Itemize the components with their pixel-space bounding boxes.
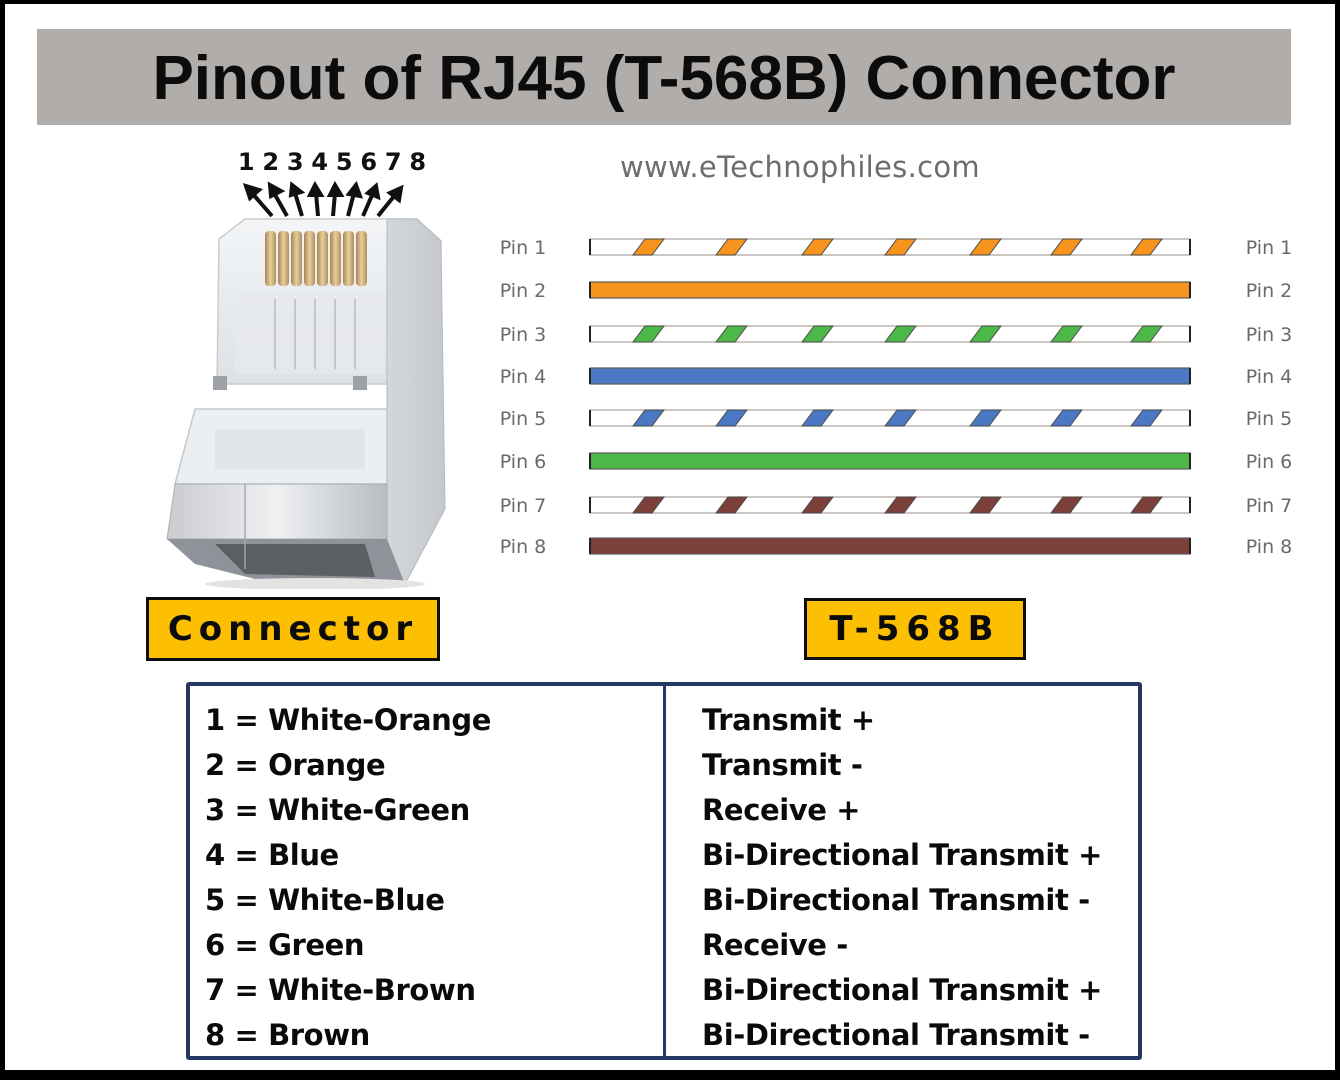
wire-solid-body bbox=[589, 452, 1191, 470]
function-column: Transmit + Transmit - Receive + Bi-Direc… bbox=[666, 686, 1138, 1056]
wire-pin-3: Pin 3 Pin 3 bbox=[500, 324, 1293, 346]
function-row: Bi-Directional Transmit + bbox=[702, 838, 1103, 872]
color-row: 1 = White-Orange bbox=[205, 703, 492, 737]
pin-number: 2 bbox=[262, 148, 280, 176]
pin-number: 5 bbox=[335, 148, 353, 176]
wire-left-label: Pin 4 bbox=[500, 366, 547, 388]
color-row: 8 = Brown bbox=[205, 1018, 370, 1052]
wire-pin-5: Pin 5 Pin 5 bbox=[500, 408, 1293, 430]
color-row: 7 = White-Brown bbox=[205, 973, 476, 1007]
function-row: Transmit + bbox=[702, 703, 875, 737]
rj45-connector-illustration bbox=[166, 180, 446, 589]
pin-number: 4 bbox=[311, 148, 329, 176]
wire-left-label: Pin 2 bbox=[500, 280, 547, 302]
wire-right-label: Pin 5 bbox=[1246, 408, 1293, 430]
wire-right-label: Pin 1 bbox=[1246, 237, 1293, 259]
function-row: Receive + bbox=[702, 793, 861, 827]
pin-number: 8 bbox=[409, 148, 427, 176]
diagram-page: Pinout of RJ45 (T-568B) Connector www.eT… bbox=[5, 4, 1335, 1070]
wire-right-label: Pin 7 bbox=[1246, 495, 1293, 517]
title-bar: Pinout of RJ45 (T-568B) Connector bbox=[37, 29, 1291, 125]
wire-pin-4: Pin 4 Pin 4 bbox=[500, 366, 1293, 388]
wire-solid-body bbox=[589, 537, 1191, 555]
wire-pin-7: Pin 7 Pin 7 bbox=[500, 495, 1293, 517]
connector-label: Connector bbox=[146, 597, 440, 661]
pin-number: 3 bbox=[286, 148, 304, 176]
wire-left-label: Pin 7 bbox=[500, 495, 547, 517]
function-row: Transmit - bbox=[702, 748, 863, 782]
connector-pin-numbers: 1 2 3 4 5 6 7 8 bbox=[234, 148, 430, 176]
wire-right-label: Pin 8 bbox=[1246, 536, 1293, 558]
pin-function-table: 1 = White-Orange 2 = Orange 3 = White-Gr… bbox=[186, 682, 1142, 1060]
standard-label: T-568B bbox=[804, 598, 1026, 660]
page-title: Pinout of RJ45 (T-568B) Connector bbox=[152, 43, 1176, 113]
wire-right-label: Pin 3 bbox=[1246, 324, 1293, 346]
wire-pin-1: Pin 1 Pin 1 bbox=[500, 237, 1293, 259]
wire-pin-2: Pin 2 Pin 2 bbox=[500, 280, 1293, 302]
color-row: 2 = Orange bbox=[205, 748, 386, 782]
pin-number: 6 bbox=[360, 148, 378, 176]
wire-solid-body bbox=[589, 367, 1191, 385]
function-row: Receive - bbox=[702, 928, 848, 962]
pin-number: 7 bbox=[384, 148, 402, 176]
color-row: 3 = White-Green bbox=[205, 793, 470, 827]
wire-pin-8: Pin 8 Pin 8 bbox=[500, 536, 1293, 558]
color-row: 4 = Blue bbox=[205, 838, 339, 872]
wire-solid-body bbox=[589, 281, 1191, 299]
wire-left-label: Pin 3 bbox=[500, 324, 547, 346]
function-row: Bi-Directional Transmit - bbox=[702, 1018, 1090, 1052]
pin-number: 1 bbox=[237, 148, 255, 176]
color-row: 5 = White-Blue bbox=[205, 883, 445, 917]
color-column: 1 = White-Orange 2 = Orange 3 = White-Gr… bbox=[190, 686, 666, 1056]
wire-left-label: Pin 6 bbox=[500, 451, 547, 473]
wire-right-label: Pin 6 bbox=[1246, 451, 1293, 473]
wire-right-label: Pin 4 bbox=[1246, 366, 1293, 388]
wire-left-label: Pin 8 bbox=[500, 536, 547, 558]
function-row: Bi-Directional Transmit + bbox=[702, 973, 1103, 1007]
wire-diagram: Pin 1 Pin 1Pin 2 Pin 2Pin 3 Pin 3Pin 4 Pin 4… bbox=[500, 237, 1293, 558]
wire-pin-6: Pin 6 Pin 6 bbox=[500, 451, 1293, 473]
wire-left-label: Pin 5 bbox=[500, 408, 547, 430]
pin-arrows bbox=[242, 180, 404, 218]
wire-right-label: Pin 2 bbox=[1246, 280, 1293, 302]
color-row: 6 = Green bbox=[205, 928, 365, 962]
website-url: www.eTechnophiles.com bbox=[620, 150, 980, 184]
function-row: Bi-Directional Transmit - bbox=[702, 883, 1090, 917]
wire-left-label: Pin 1 bbox=[500, 237, 547, 259]
